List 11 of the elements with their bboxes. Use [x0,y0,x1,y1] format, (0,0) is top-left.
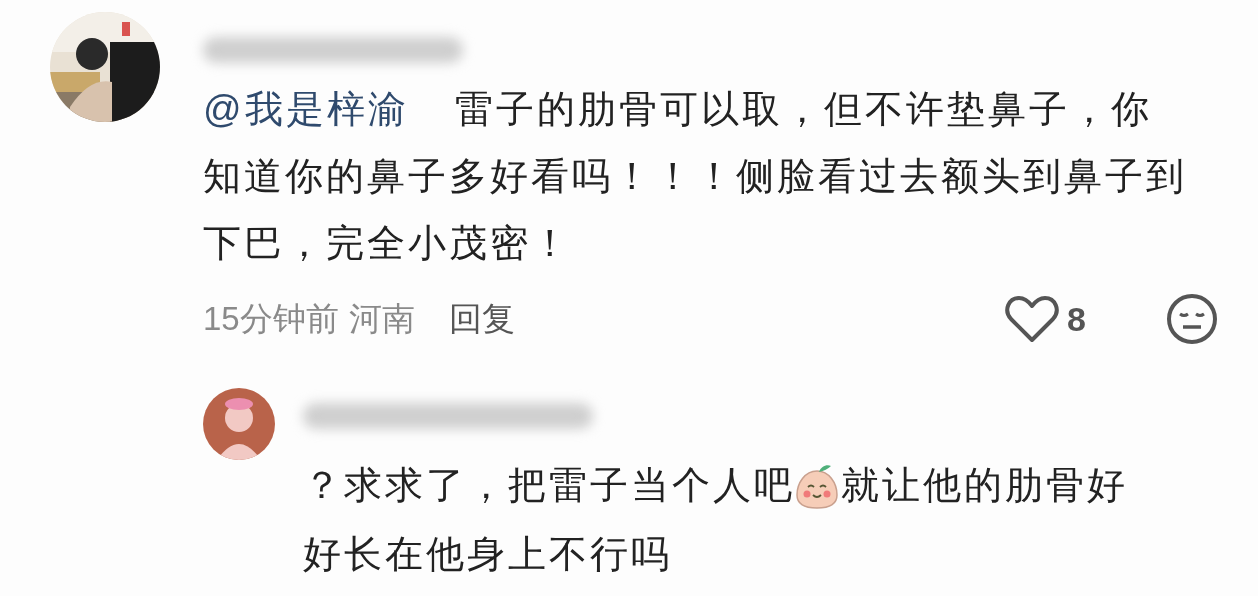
comment-text: @我是梓渝 雷子的肋骨可以取，但不许垫鼻子，你知道你的鼻子多好看吗！！！侧脸看过去额头到鼻子到下巴，完全小茂密！ [203,87,1188,266]
like-count: 8 [1067,298,1086,340]
neutral-face-icon[interactable] [1166,293,1218,345]
reply-link[interactable]: 回复 [448,294,515,344]
peach-emoji-icon [795,462,839,509]
comment-time: 15分钟前 [203,299,339,340]
comment-location: 河南 [348,299,415,340]
reply-text: 好长在他身上不行吗 [303,532,672,577]
reply-text: ？求求了，把雷子当个人吧 [303,463,795,508]
heart-icon[interactable] [1005,294,1060,344]
reply-text: 就让他的肋骨好 [841,463,1128,508]
